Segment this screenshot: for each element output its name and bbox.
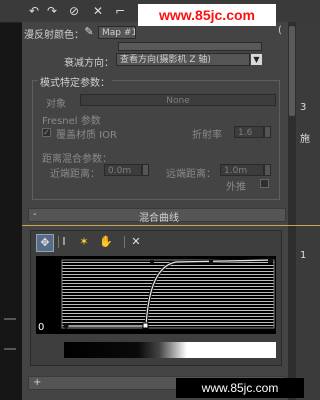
curve-point[interactable] bbox=[142, 322, 149, 329]
pick-icon[interactable]: ⌐ bbox=[112, 3, 128, 19]
curve-graph-svg bbox=[61, 258, 275, 329]
delete-point-icon[interactable]: ✕ bbox=[128, 234, 144, 250]
falloff-direction-dropdown[interactable]: 查看方向(摄影机 Z 轴) bbox=[116, 53, 250, 66]
curve-axis-zero: 0 bbox=[38, 322, 45, 333]
left-viewport-strip bbox=[0, 0, 22, 400]
curve-handle[interactable] bbox=[209, 260, 213, 264]
undo-icon[interactable]: ↶ bbox=[26, 3, 42, 19]
near-distance-input[interactable]: 0.0m bbox=[104, 164, 142, 176]
far-distance-label: 远端距离： bbox=[166, 169, 216, 180]
extrapolate-checkbox[interactable] bbox=[260, 179, 269, 188]
add-point-icon[interactable]: ✶ bbox=[76, 234, 92, 250]
diffuse-color-label: 漫反射颜色： bbox=[24, 30, 84, 41]
right-strip-label: 1 bbox=[300, 250, 307, 261]
mode-specific-title: 模式特定参数： bbox=[38, 74, 112, 89]
near-distance-spinner[interactable] bbox=[142, 164, 149, 176]
mix-curve-rollout-header[interactable]: - 混合曲线 bbox=[28, 208, 286, 224]
map-field[interactable]: Map #1 bbox=[98, 26, 136, 39]
extrapolate-label: 外推 bbox=[226, 182, 246, 193]
override-ior-checkbox[interactable]: ✓ bbox=[42, 128, 51, 137]
right-strip-label: 3 bbox=[300, 102, 307, 113]
right-strip-label: 施 bbox=[300, 134, 310, 145]
hidden-row-field bbox=[118, 42, 262, 51]
site-watermark-bottom: www.85jc.com bbox=[176, 378, 304, 398]
scrollbar-thumb[interactable] bbox=[289, 26, 295, 116]
toolbar-separator bbox=[124, 236, 125, 248]
far-distance-spinner[interactable] bbox=[264, 164, 271, 176]
reset-icon[interactable]: ⊘ bbox=[66, 3, 82, 19]
rollout-expand-glyph: + bbox=[33, 377, 42, 388]
distance-title: 距离混合参数： bbox=[42, 154, 112, 165]
object-picker-button[interactable]: None bbox=[80, 94, 276, 106]
redo-icon[interactable]: ↷ bbox=[44, 3, 60, 19]
chevron-down-icon[interactable]: ▼ bbox=[251, 54, 262, 65]
rollout-collapse-glyph: - bbox=[33, 209, 37, 220]
panel-scrollbar[interactable] bbox=[288, 22, 296, 400]
rollout-title: 混合曲线 bbox=[139, 213, 179, 224]
curve-handle[interactable] bbox=[150, 260, 154, 264]
near-distance-label: 近端距离： bbox=[50, 169, 100, 180]
ior-input[interactable]: 1.6 bbox=[234, 126, 264, 138]
close-icon[interactable]: ✕ bbox=[90, 3, 106, 19]
override-ior-label: 覆盖材质 IOR bbox=[56, 130, 117, 141]
curve-grid bbox=[62, 260, 274, 328]
eyedropper-icon[interactable]: ✎ bbox=[82, 25, 96, 39]
fresnel-title: Fresnel 参数 bbox=[42, 116, 101, 127]
pan-icon[interactable]: ✋ bbox=[98, 234, 114, 250]
ior-label: 折射率 bbox=[192, 130, 222, 141]
strip-tick bbox=[4, 318, 16, 320]
map-suffix: ( bbox=[278, 25, 282, 36]
curve-start-point[interactable] bbox=[63, 323, 69, 329]
curve-point[interactable] bbox=[268, 258, 273, 263]
strip-tick bbox=[4, 348, 16, 350]
curve-graph[interactable] bbox=[36, 256, 276, 334]
far-distance-input[interactable]: 1.0m bbox=[220, 164, 264, 176]
ior-spinner[interactable] bbox=[264, 126, 271, 138]
object-label: 对象 bbox=[46, 99, 66, 110]
site-watermark-top: www.85jc.com bbox=[138, 4, 276, 26]
curve-gradient-preview bbox=[64, 342, 276, 358]
accent-divider bbox=[22, 225, 320, 226]
move-icon[interactable]: ✥ bbox=[36, 234, 54, 252]
right-side-strip: 3 施 1 bbox=[296, 22, 320, 400]
falloff-direction-label: 衰减方向： bbox=[64, 58, 114, 69]
toolbar-separator bbox=[58, 236, 59, 248]
